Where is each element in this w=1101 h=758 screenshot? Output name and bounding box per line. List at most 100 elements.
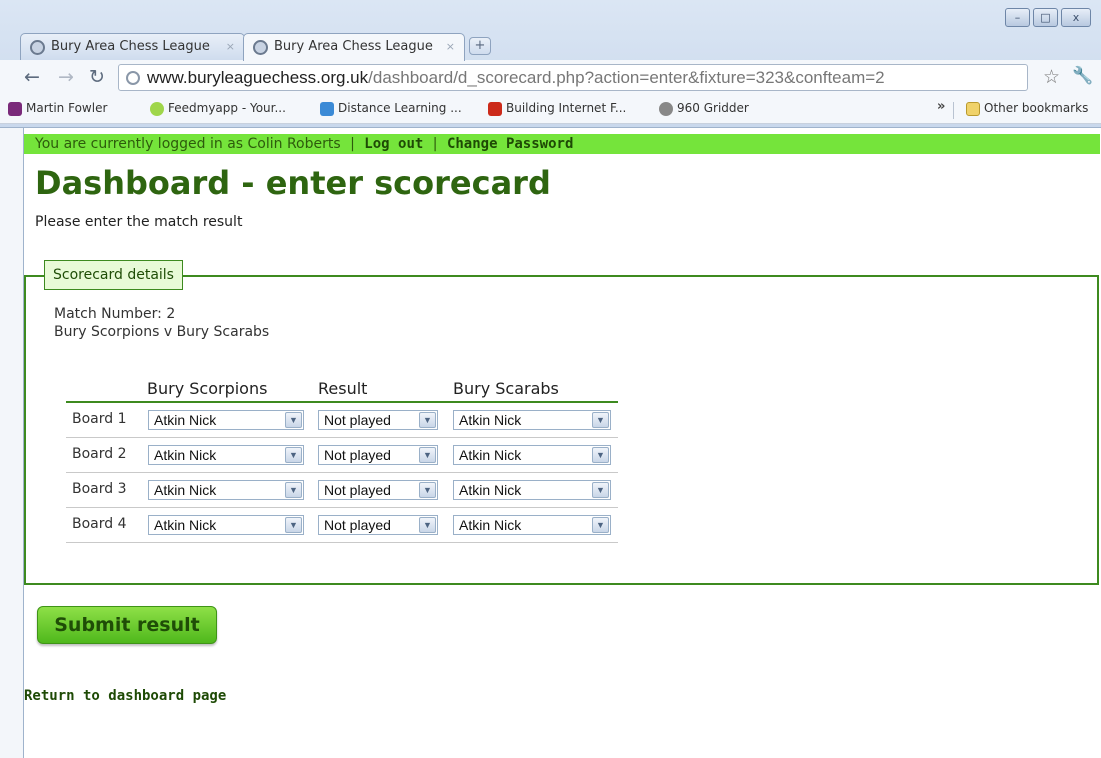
table-row: Board 4 Atkin Nick ▼ Not played ▼ Atkin Ni… bbox=[66, 508, 618, 543]
select-value: Not played bbox=[324, 412, 391, 428]
bookmark-martin-fowler[interactable]: Martin Fowler bbox=[8, 101, 108, 116]
chevron-down-icon: ▼ bbox=[285, 517, 302, 533]
board-label: Board 2 bbox=[72, 446, 127, 462]
tab-bury-chess-2[interactable]: Bury Area Chess League × bbox=[243, 33, 465, 61]
minimize-button[interactable]: – bbox=[1005, 8, 1030, 27]
tab-strip: Bury Area Chess League × Bury Area Chess… bbox=[0, 0, 1101, 61]
close-window-button[interactable]: x bbox=[1061, 8, 1091, 27]
chevron-down-icon: ▼ bbox=[419, 482, 436, 498]
chevron-down-icon: ▼ bbox=[419, 412, 436, 428]
table-row: Board 2 Atkin Nick ▼ Not played ▼ Atkin Ni… bbox=[66, 438, 618, 473]
home-player-select[interactable]: Atkin Nick ▼ bbox=[148, 410, 304, 430]
chevron-down-icon: ▼ bbox=[419, 447, 436, 463]
tab-title: Bury Area Chess League bbox=[274, 39, 433, 54]
home-player-select[interactable]: Atkin Nick ▼ bbox=[148, 480, 304, 500]
home-player-select[interactable]: Atkin Nick ▼ bbox=[148, 445, 304, 465]
maximize-button[interactable]: □ bbox=[1033, 8, 1058, 27]
change-password-link[interactable]: Change Password bbox=[447, 136, 573, 152]
away-player-select[interactable]: Atkin Nick ▼ bbox=[453, 445, 611, 465]
tab-close-icon[interactable]: × bbox=[226, 34, 235, 60]
globe-icon bbox=[30, 40, 45, 55]
bookmark-label: Martin Fowler bbox=[26, 101, 108, 115]
result-select[interactable]: Not played ▼ bbox=[318, 445, 438, 465]
url-path: /dashboard/d_scorecard.php?action=enter&… bbox=[368, 68, 885, 87]
separator: | bbox=[350, 136, 355, 152]
column-header-away: Bury Scarabs bbox=[453, 379, 559, 398]
bookmark-label: 960 Gridder bbox=[677, 101, 749, 115]
away-player-select[interactable]: Atkin Nick ▼ bbox=[453, 480, 611, 500]
chevron-down-icon: ▼ bbox=[592, 447, 609, 463]
home-player-select[interactable]: Atkin Nick ▼ bbox=[148, 515, 304, 535]
result-select[interactable]: Not played ▼ bbox=[318, 410, 438, 430]
bookmark-building-internet[interactable]: Building Internet F... bbox=[488, 101, 627, 116]
page-content: You are currently logged in as Colin Rob… bbox=[23, 128, 1101, 758]
other-bookmarks[interactable]: Other bookmarks bbox=[966, 101, 1088, 116]
separator: | bbox=[432, 136, 438, 152]
column-header-result: Result bbox=[318, 379, 368, 398]
select-value: Atkin Nick bbox=[154, 482, 217, 498]
page-title: Dashboard - enter scorecard bbox=[35, 164, 551, 202]
select-value: Not played bbox=[324, 482, 391, 498]
bookmarks-divider bbox=[953, 102, 954, 119]
address-bar[interactable]: www.buryleaguechess.org.uk/dashboard/d_s… bbox=[118, 64, 1028, 91]
tab-title: Bury Area Chess League bbox=[51, 39, 210, 54]
result-select[interactable]: Not played ▼ bbox=[318, 480, 438, 500]
logout-link[interactable]: Log out bbox=[364, 136, 423, 152]
bookmark-label: Building Internet F... bbox=[506, 101, 627, 115]
table-row: Board 1 Atkin Nick ▼ Not played ▼ Atkin Ni… bbox=[66, 403, 618, 438]
column-header-home: Bury Scorpions bbox=[147, 379, 268, 398]
bookmark-960-gridder[interactable]: 960 Gridder bbox=[659, 101, 749, 116]
folder-icon bbox=[966, 102, 980, 116]
window-controls: – □ x bbox=[1005, 8, 1091, 27]
select-value: Atkin Nick bbox=[154, 517, 217, 533]
return-to-dashboard-link[interactable]: Return to dashboard page bbox=[24, 688, 226, 704]
url-text: www.buryleaguechess.org.uk/dashboard/d_s… bbox=[147, 68, 885, 88]
building-internet-icon bbox=[488, 102, 502, 116]
chevron-down-icon: ▼ bbox=[285, 482, 302, 498]
table-row: Board 3 Atkin Nick ▼ Not played ▼ Atkin Ni… bbox=[66, 473, 618, 508]
globe-icon bbox=[253, 40, 268, 55]
reload-button[interactable]: ↻ bbox=[87, 67, 107, 87]
star-icon[interactable]: ☆ bbox=[1043, 66, 1060, 88]
login-bar: You are currently logged in as Colin Rob… bbox=[24, 134, 1100, 154]
board-label: Board 4 bbox=[72, 516, 127, 532]
select-value: Atkin Nick bbox=[459, 517, 522, 533]
fowler-icon bbox=[8, 102, 22, 116]
select-value: Atkin Nick bbox=[154, 412, 217, 428]
more-bookmarks-button[interactable]: » bbox=[937, 99, 945, 114]
wrench-icon[interactable]: 🔧 bbox=[1072, 66, 1093, 86]
tab-close-icon[interactable]: × bbox=[446, 34, 455, 60]
bookmark-label: Feedmyapp - Your... bbox=[168, 101, 286, 115]
match-number: Match Number: 2 bbox=[54, 306, 176, 322]
submit-result-button[interactable]: Submit result bbox=[37, 606, 217, 644]
bookmarks-bar: Martin Fowler Feedmyapp - Your... Distan… bbox=[0, 96, 1101, 124]
back-button[interactable]: ← bbox=[22, 67, 42, 87]
chevron-down-icon: ▼ bbox=[285, 447, 302, 463]
globe-icon bbox=[126, 71, 140, 85]
url-prefix: www. bbox=[147, 68, 188, 87]
browser-chrome: Bury Area Chess League × Bury Area Chess… bbox=[0, 0, 1101, 128]
result-select[interactable]: Not played ▼ bbox=[318, 515, 438, 535]
select-value: Atkin Nick bbox=[459, 447, 522, 463]
window-left-frame bbox=[0, 128, 23, 758]
chevron-down-icon: ▼ bbox=[592, 517, 609, 533]
tab-bury-chess-1[interactable]: Bury Area Chess League × bbox=[20, 33, 245, 60]
scorecard-fieldset: Scorecard details Match Number: 2 Bury S… bbox=[24, 260, 1099, 585]
fixture-teams: Bury Scorpions v Bury Scarabs bbox=[54, 324, 270, 340]
chevron-down-icon: ▼ bbox=[592, 412, 609, 428]
new-tab-button[interactable]: + bbox=[469, 37, 491, 55]
login-status-text: You are currently logged in as Colin Rob… bbox=[35, 136, 341, 152]
select-value: Not played bbox=[324, 517, 391, 533]
bookmark-feedmyapp[interactable]: Feedmyapp - Your... bbox=[150, 101, 286, 116]
select-value: Atkin Nick bbox=[154, 447, 217, 463]
bookmark-distance-learning[interactable]: Distance Learning ... bbox=[320, 101, 462, 116]
away-player-select[interactable]: Atkin Nick ▼ bbox=[453, 515, 611, 535]
select-value: Atkin Nick bbox=[459, 482, 522, 498]
away-player-select[interactable]: Atkin Nick ▼ bbox=[453, 410, 611, 430]
distance-learning-icon bbox=[320, 102, 334, 116]
forward-button[interactable]: → bbox=[56, 67, 76, 87]
scorecard-table: Bury Scorpions Result Bury Scarabs Board… bbox=[66, 374, 618, 543]
chevron-down-icon: ▼ bbox=[592, 482, 609, 498]
url-host: buryleaguechess.org.uk bbox=[187, 68, 369, 87]
browser-toolbar: ← → ↻ www.buryleaguechess.org.uk/dashboa… bbox=[0, 60, 1101, 96]
